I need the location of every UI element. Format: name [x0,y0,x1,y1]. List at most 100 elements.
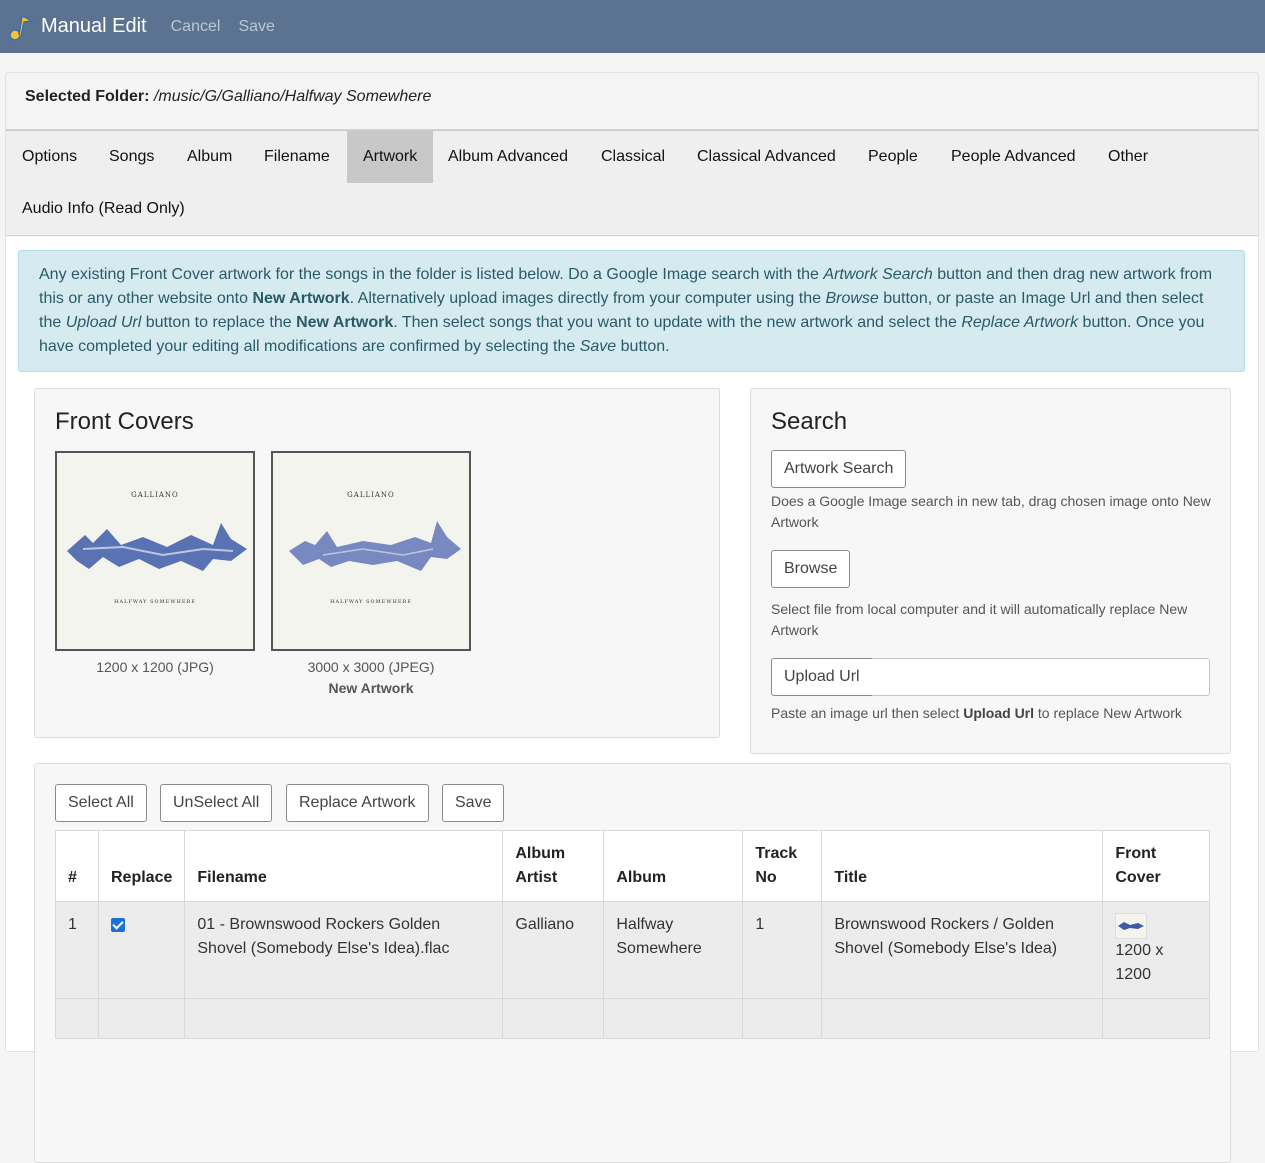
replace-checkbox[interactable] [111,918,125,932]
col-album-artist-line: Album [515,845,566,862]
col-number: # [55,830,99,902]
upload-url-help: Paste an image url then select Upload Ur… [771,703,1211,724]
search-heading: Search [771,408,848,435]
row-album: Halfway Somewhere [603,901,744,999]
col-track-line: Track [755,845,798,862]
existing-cover-image: GALLIANO HALFWAY SOMEWHERE [55,451,255,651]
unselect-all-button[interactable]: UnSelect All [160,784,273,822]
cover-artwork-graphic [289,521,461,571]
cover-thumbnail [1115,913,1148,939]
alert-strong: New Artwork [296,314,394,331]
songs-panel: Select All UnSelect All Replace Artwork … [34,763,1231,1163]
save-button[interactable]: Save [442,784,505,822]
table-header-row: # Replace Filename Album Artist Album Tra… [55,830,1211,902]
row-replace-cell [97,901,186,999]
alert-text: button. [616,338,670,355]
tab-other[interactable]: Other [1092,131,1164,183]
row-number: 1 [55,901,99,999]
alert-text: . Then select songs that you want to upd… [393,314,962,331]
alert-em: Save [579,338,617,355]
alert-text: Any existing Front Cover artwork for the… [39,266,824,283]
col-track-line: No [755,869,777,886]
select-all-button[interactable]: Select All [55,784,147,822]
browse-button[interactable]: Browse [771,550,851,588]
browse-help: Select file from local computer and it w… [771,601,1188,638]
tab-people[interactable]: People [852,131,934,183]
front-covers-panel: Front Covers GALLIANO HALFWAY SOMEWHERE … [34,388,720,738]
row-album-artist: Galliano [502,901,605,999]
main-panel: Selected Folder: /music/G/Galliano/Halfw… [5,72,1259,1163]
table-row[interactable]: 1 01 - Brownswood Rockers Golden Shovel … [55,901,1211,999]
cover-art-subtitle: HALFWAY SOMEWHERE [114,599,196,605]
col-album-artist: Album Artist [502,830,605,902]
row-filename: 01 - Brownswood Rockers Golden Shovel (S… [184,901,504,999]
col-cover-line: Cover [1115,869,1161,886]
artwork-tab-content: Any existing Front Cover artwork for the… [6,237,1258,1163]
row-replace-cell [97,998,186,1039]
col-cover-line: Front [1115,845,1157,862]
tab-album-advanced[interactable]: Album Advanced [432,131,584,183]
row-album-artist [502,998,605,1039]
row-filename [184,998,504,1039]
image-url-input[interactable] [872,658,1210,696]
cancel-link[interactable]: Cancel [171,18,221,36]
tab-artwork[interactable]: Artwork [347,131,434,183]
row-album [603,998,744,1039]
songs-table: # Replace Filename Album Artist Album Tra… [55,830,1211,1039]
upload-url-button[interactable]: Upload Url [771,658,873,696]
col-album-artist-line: Artist [515,869,558,886]
row-front-cover [1102,998,1211,1039]
row-track-no: 1 [742,901,823,999]
cover-thumbnail-graphic [1118,922,1145,930]
selected-folder-path: /music/G/Galliano/Halfway Somewhere [153,88,432,105]
brand[interactable]: Manual Edit [6,12,147,42]
row-cover-size: 1200 x 1200 [1115,942,1164,983]
tab-album[interactable]: Album [171,131,248,183]
alert-em: Replace Artwork [961,314,1079,331]
tab-people-advanced[interactable]: People Advanced [935,131,1092,183]
tab-options[interactable]: Options [6,131,93,183]
upload-help-text: Paste an image url then select [771,705,964,721]
row-title [821,998,1104,1039]
col-track-no: Track No [742,830,823,902]
info-alert: Any existing Front Cover artwork for the… [18,250,1245,372]
artwork-search-help: Does a Google Image search in new tab, d… [771,493,1211,530]
tab-filename[interactable]: Filename [248,131,346,183]
tab-songs[interactable]: Songs [93,131,170,183]
upload-help-text: to replace New Artwork [1034,705,1182,721]
tab-classical[interactable]: Classical [585,131,681,183]
col-album: Album [603,830,744,902]
alert-text: . Alternatively upload images directly f… [349,290,826,307]
tab-audio-info[interactable]: Audio Info (Read Only) [6,183,201,235]
alert-em: Upload Url [65,314,142,331]
cover-art-title: GALLIANO [347,491,395,499]
cover-art-subtitle: HALFWAY SOMEWHERE [330,599,412,605]
tab-classical-advanced[interactable]: Classical Advanced [681,131,852,183]
col-replace: Replace [97,830,186,902]
existing-cover-caption: 1200 x 1200 (JPG) [96,659,214,675]
col-title: Title [821,830,1104,902]
selected-folder-label: Selected Folder: [25,88,150,105]
save-link[interactable]: Save [238,18,274,36]
artwork-search-button[interactable]: Artwork Search [771,450,907,488]
alert-text: button to replace the [141,314,297,331]
top-navbar: Manual Edit Cancel Save [0,0,1265,53]
cover-art-title: GALLIANO [131,491,179,499]
cover-artwork-graphic [67,523,247,571]
row-front-cover: 1200 x 1200 [1102,901,1211,999]
alert-em: Browse [825,290,879,307]
selected-folder-row: Selected Folder: /music/G/Galliano/Halfw… [6,73,1258,130]
music-note-icon [9,14,35,41]
tab-bar: Options Songs Album Filename Artwork Alb… [6,130,1258,236]
front-covers-heading: Front Covers [55,408,194,435]
col-front-cover: Front Cover [1102,830,1211,902]
table-row[interactable] [55,998,1211,1039]
row-track-no [742,998,823,1039]
app-title: Manual Edit [41,15,147,37]
replace-artwork-button[interactable]: Replace Artwork [286,784,429,822]
search-panel: Search Artwork Search Does a Google Imag… [750,388,1231,754]
row-number [55,998,99,1039]
new-artwork-label: New Artwork [328,680,414,696]
new-artwork-image[interactable]: GALLIANO HALFWAY SOMEWHERE [271,451,471,651]
row-title: Brownswood Rockers / Golden Shovel (Some… [821,901,1104,999]
